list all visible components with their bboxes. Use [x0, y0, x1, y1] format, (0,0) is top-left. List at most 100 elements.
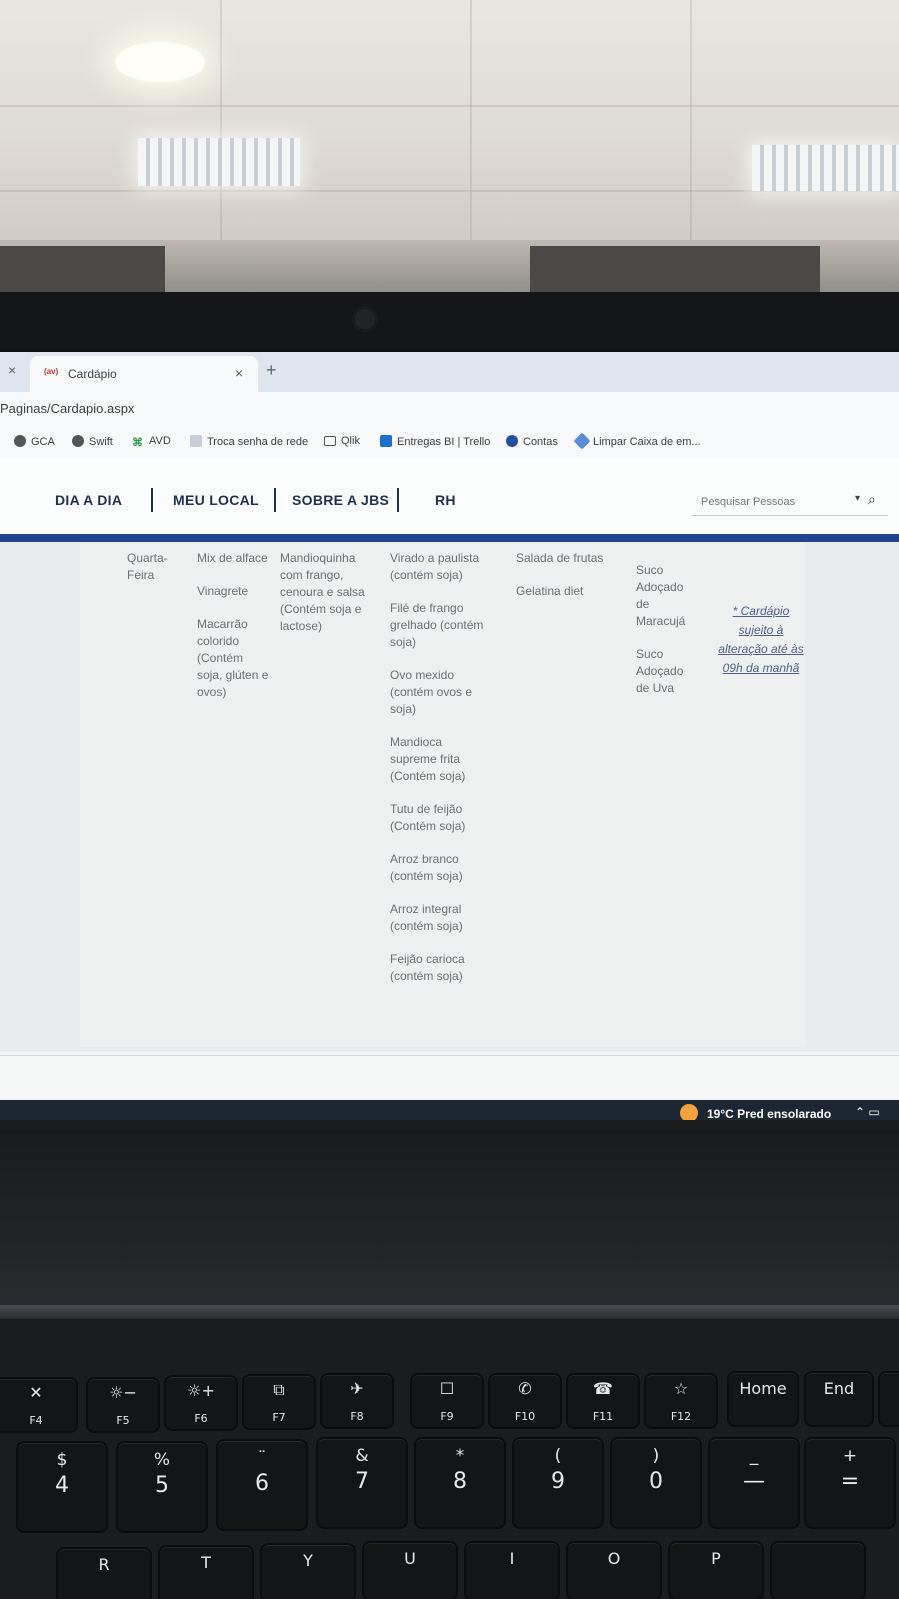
- key-label: F10: [514, 1410, 536, 1423]
- bookmark-contas[interactable]: Contas: [506, 435, 558, 448]
- url-text[interactable]: Paginas/Cardapio.aspx: [0, 401, 134, 416]
- key-f9[interactable]: ☐ F9: [410, 1373, 484, 1429]
- key-f6[interactable]: ☼+ F6: [164, 1375, 238, 1431]
- document-icon: [190, 435, 202, 447]
- key-label: —: [743, 1469, 765, 1494]
- bookmark-avd[interactable]: ⌘ AVD: [132, 435, 171, 449]
- bookmark-trello[interactable]: Entregas BI | Trello: [380, 435, 490, 448]
- phone-icon: ✆: [518, 1379, 532, 1398]
- menu-item: Feijão carioca (contém soja): [390, 952, 465, 983]
- nav-dia-a-dia[interactable]: DIA A DIA: [55, 492, 122, 508]
- key-i[interactable]: I: [464, 1541, 560, 1599]
- key-0[interactable]: ) 0: [610, 1437, 702, 1529]
- nav-meu-local[interactable]: MEU LOCAL: [173, 492, 259, 508]
- key-label: 8: [453, 1469, 467, 1494]
- menu-item: Mix de alface: [197, 551, 268, 565]
- key-f5[interactable]: ☼− F5: [86, 1377, 160, 1433]
- new-tab-button[interactable]: +: [266, 360, 277, 381]
- day-label: Feira: [127, 568, 155, 582]
- menu-item: Virado a paulista (contém soja): [390, 551, 480, 582]
- key-r[interactable]: R: [56, 1547, 152, 1599]
- key-t[interactable]: T: [158, 1545, 254, 1599]
- trello-icon: [380, 435, 392, 447]
- search-icon[interactable]: ⌕: [868, 491, 876, 508]
- key-y[interactable]: Y: [260, 1543, 356, 1599]
- key-label: T: [201, 1553, 211, 1572]
- star-icon: ☆: [673, 1379, 689, 1398]
- menu-item: Arroz branco (contém soja): [390, 852, 463, 883]
- menu-content: Quarta- Feira Mix de alface Vinagrete Ma…: [0, 542, 899, 1052]
- ceiling-grid-line: [470, 0, 472, 250]
- key-5[interactable]: % 5: [116, 1441, 208, 1533]
- menu-item: Suco Adoçado de Uva: [636, 647, 684, 695]
- key-6[interactable]: ¨ 6: [216, 1439, 308, 1531]
- bookmark-label: Limpar Caixa de em...: [593, 436, 701, 448]
- display-icon: ⧉: [273, 1380, 285, 1399]
- key-label: O: [607, 1549, 621, 1568]
- key-label: $: [56, 1450, 68, 1470]
- key-label: ¨: [257, 1448, 267, 1468]
- address-bar[interactable]: Paginas/Cardapio.aspx: [0, 392, 899, 426]
- key-label: F5: [116, 1414, 130, 1427]
- bookmark-gca[interactable]: GCA: [14, 435, 55, 448]
- close-icon[interactable]: ×: [235, 365, 243, 381]
- key-end[interactable]: End: [804, 1371, 874, 1427]
- bookmark-troca-senha[interactable]: Troca senha de rede: [190, 435, 308, 448]
- nav-divider: [397, 488, 399, 512]
- key-o[interactable]: O: [566, 1541, 662, 1599]
- key-home[interactable]: Home: [727, 1371, 799, 1427]
- weather-widget[interactable]: 19°C Pred ensolarado: [707, 1107, 831, 1120]
- laptop-screen: × (av) Cardápio × + Paginas/Cardapio.asp…: [0, 352, 899, 1120]
- laptop-bezel-bottom: [0, 1130, 899, 1310]
- key-label: (: [554, 1446, 562, 1466]
- key-f10[interactable]: ✆ F10: [488, 1373, 562, 1429]
- menu-salads-cell: Mix de alface Vinagrete Macarrão colorid…: [197, 550, 269, 717]
- page-footer: [0, 1055, 899, 1099]
- bookmark-label: Swift: [89, 436, 113, 448]
- key-f7[interactable]: ⧉ F7: [242, 1374, 316, 1430]
- office-ceiling: [0, 0, 899, 250]
- laptop-bezel-top: [0, 292, 899, 352]
- key-f11[interactable]: ☎ F11: [566, 1373, 640, 1429]
- system-tray[interactable]: ⌃ ▭: [855, 1105, 880, 1119]
- key-label: Home: [739, 1379, 787, 1398]
- bookmark-swift[interactable]: Swift: [72, 435, 113, 448]
- key-u[interactable]: U: [362, 1541, 458, 1599]
- back-window: [530, 246, 820, 294]
- bookmark-label: Troca senha de rede: [207, 436, 309, 448]
- menu-item: Salada de frutas: [516, 551, 604, 565]
- browser-tab-bar: × (av) Cardápio × +: [0, 352, 899, 392]
- message-icon: ☐: [439, 1379, 455, 1398]
- key-insert[interactable]: [878, 1371, 899, 1427]
- key-f4[interactable]: ✕ F4: [0, 1377, 78, 1433]
- key-f8[interactable]: ✈ F8: [320, 1373, 394, 1429]
- key-label: &: [355, 1446, 369, 1466]
- bookmark-limpar[interactable]: Limpar Caixa de em...: [573, 432, 701, 450]
- nav-rh[interactable]: RH: [435, 492, 456, 508]
- chevron-down-icon[interactable]: ▾: [855, 493, 860, 504]
- people-search-input[interactable]: Pesquisar Pessoas ▾ ⌕: [692, 488, 888, 516]
- key-p[interactable]: P: [668, 1541, 764, 1599]
- ceiling-grid-line: [220, 0, 222, 250]
- key-equals[interactable]: + =: [804, 1437, 896, 1529]
- menu-item: Vinagrete: [197, 584, 249, 598]
- key-9[interactable]: (9: [512, 1437, 604, 1529]
- bookmark-qlik[interactable]: Qlik: [324, 435, 360, 447]
- ceiling-lamp: [115, 42, 205, 82]
- ceiling-grid-line: [690, 0, 692, 250]
- key-label: End: [823, 1379, 855, 1398]
- tab-cardapio[interactable]: (av) Cardápio ×: [30, 356, 258, 392]
- key-8[interactable]: * 8: [414, 1437, 506, 1529]
- key-label: R: [98, 1555, 110, 1574]
- nav-sobre-a-jbs[interactable]: SOBRE A JBS: [292, 492, 389, 508]
- menu-item: Gelatina diet: [516, 584, 584, 598]
- key-7[interactable]: & 7: [316, 1437, 408, 1529]
- weather-icon[interactable]: [680, 1104, 698, 1120]
- key-f12[interactable]: ☆ F12: [644, 1373, 718, 1429]
- key-acute[interactable]: [770, 1541, 866, 1599]
- key-4[interactable]: $4: [16, 1441, 108, 1533]
- close-tab-button[interactable]: ×: [8, 362, 16, 378]
- ceiling-grid-line: [0, 105, 899, 107]
- key-minus[interactable]: _ —: [708, 1437, 800, 1529]
- menu-disclaimer-link[interactable]: * Cardápio sujeito à alteração até às 09…: [716, 602, 806, 678]
